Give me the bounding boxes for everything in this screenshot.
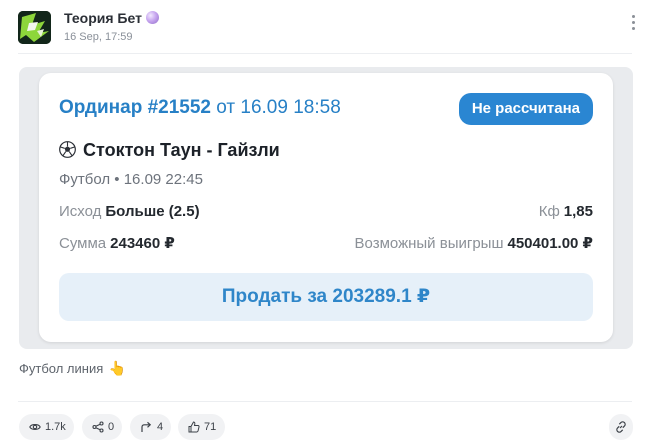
- forward-arrow-icon: [141, 421, 152, 432]
- views-count: 1.7k: [45, 421, 66, 433]
- bet-card-image[interactable]: Ординар #21552 от 16.09 18:58 Не рассчит…: [19, 67, 633, 349]
- eye-icon: [29, 424, 41, 430]
- channel-avatar[interactable]: [18, 11, 51, 44]
- more-vertical-icon: [631, 15, 635, 18]
- coef-label: Кф: [538, 203, 560, 220]
- sport-and-time: Футбол • 16.09 22:45: [59, 171, 203, 188]
- outcome-row: Исход Больше (2.5) Кф 1,85: [59, 203, 593, 220]
- bet-title: Ординар #21552 от 16.09 18:58: [59, 97, 341, 119]
- post-header: Теория Бет 16 Sep, 17:59: [18, 9, 642, 45]
- sell-bet-button[interactable]: Продать за 203289.1 ₽: [59, 273, 593, 321]
- shares-counter[interactable]: 0: [82, 414, 122, 440]
- status-badge: Не рассчитана: [458, 93, 593, 125]
- thumbs-up-icon: [188, 421, 200, 433]
- soccer-ball-icon: [59, 141, 76, 158]
- ordinar-number: Ординар #21552: [59, 97, 211, 118]
- likes-counter[interactable]: 71: [178, 414, 225, 440]
- match-title: Стоктон Таун - Гайзли: [59, 140, 280, 161]
- amount-row: Сумма 243460 ₽ Возможный выигрыш 450401.00…: [59, 234, 593, 252]
- divider-top: [18, 53, 632, 54]
- bet-date: от 16.09 18:58: [216, 97, 341, 118]
- possible-win-group: Возможный выигрыш 450401.00 ₽: [355, 234, 593, 252]
- link-icon: [616, 421, 626, 433]
- post-time: 16 Sep, 17:59: [64, 31, 133, 43]
- possible-win-value: 450401.00 ₽: [507, 235, 593, 252]
- forwards-counter[interactable]: 4: [130, 414, 171, 440]
- more-dot: [631, 21, 635, 24]
- outcome-label: Исход: [59, 203, 102, 220]
- views-counter[interactable]: 1.7k: [19, 414, 74, 440]
- coef-group: Кф 1,85: [539, 203, 593, 220]
- sum-label: Сумма: [59, 235, 107, 252]
- possible-win-label: Возможный выигрыш: [354, 235, 504, 252]
- crystal-ball-icon: [145, 11, 159, 24]
- caption-text: Футбол линия: [19, 361, 104, 376]
- channel-name-text: Теория Бет: [64, 10, 142, 26]
- copy-link-button[interactable]: [609, 414, 633, 440]
- post-caption: Футбол линия 👆: [19, 360, 126, 377]
- outcome-value: Больше (2.5): [105, 203, 200, 220]
- shares-count: 0: [108, 421, 115, 433]
- pointing-up-icon: 👆: [108, 360, 127, 376]
- bet-card: Ординар #21552 от 16.09 18:58 Не рассчит…: [39, 73, 613, 342]
- share-icon: [92, 421, 104, 433]
- more-options-button[interactable]: [628, 15, 638, 35]
- coef-value: 1,85: [563, 203, 593, 220]
- divider-bottom: [18, 401, 632, 402]
- more-dot: [631, 27, 635, 30]
- likes-count: 71: [204, 421, 217, 433]
- sum-value: 243460 ₽: [110, 235, 175, 252]
- match-name: Стоктон Таун - Гайзли: [83, 140, 280, 160]
- forwards-count: 4: [157, 421, 164, 433]
- channel-name[interactable]: Теория Бет: [64, 10, 159, 26]
